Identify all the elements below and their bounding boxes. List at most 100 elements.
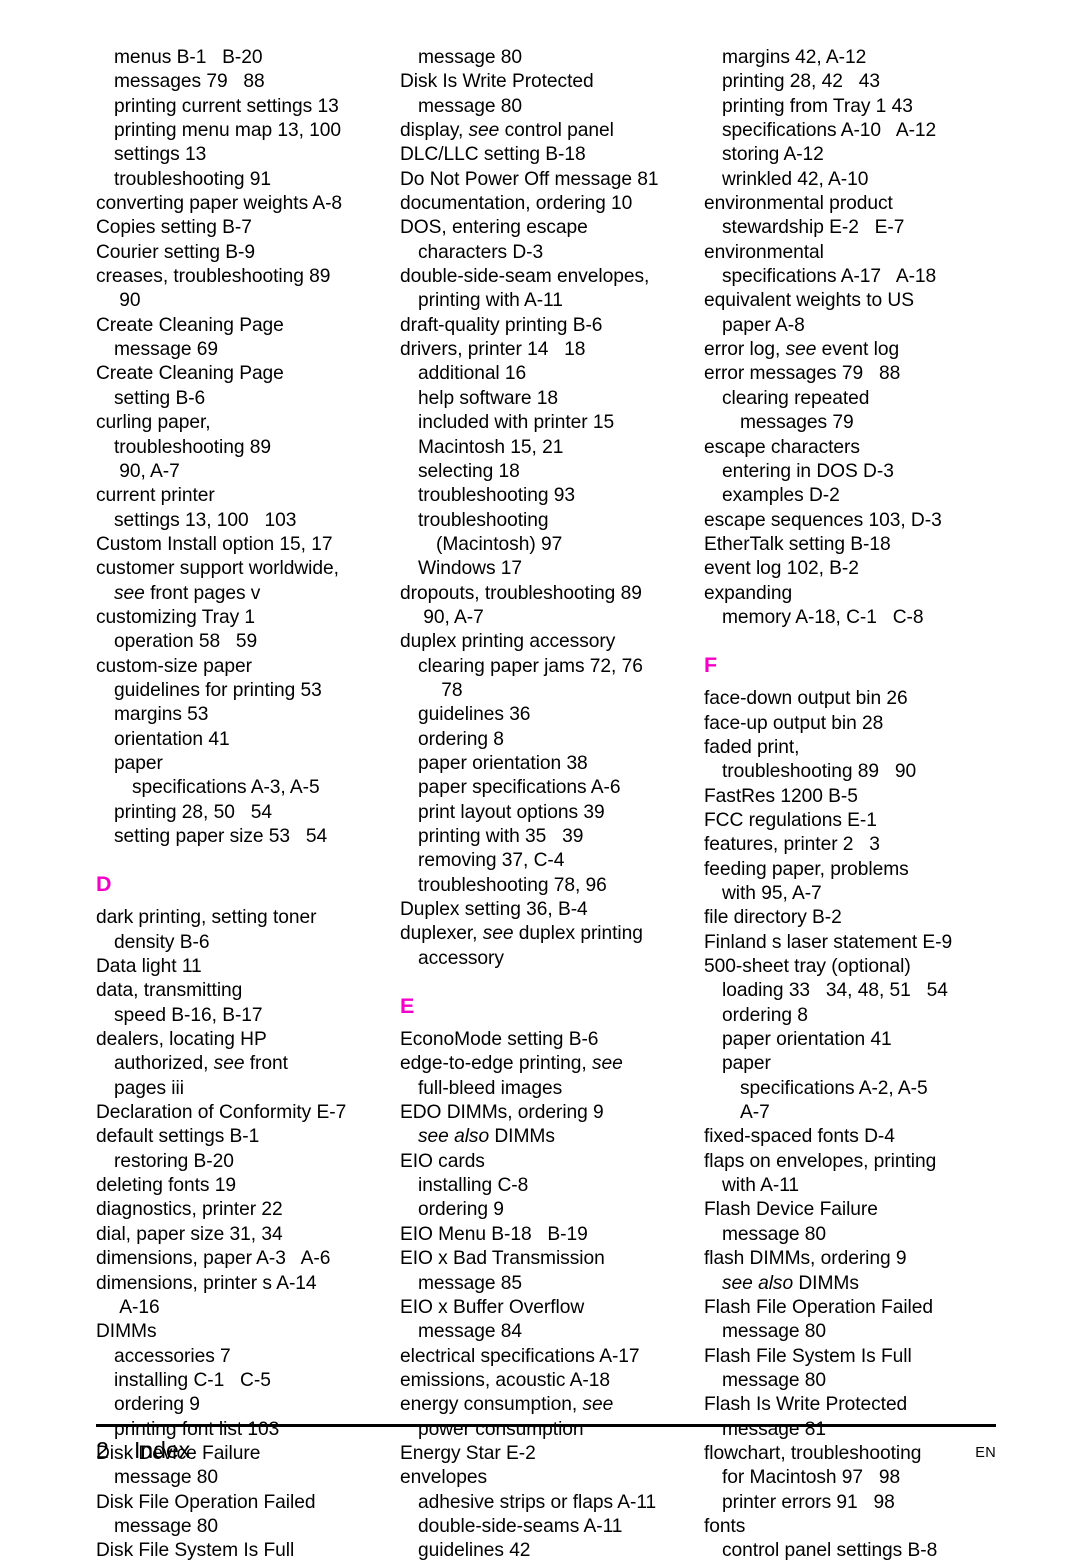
index-entry[interactable]: data, transmitting bbox=[96, 979, 392, 1003]
index-entry[interactable]: paper A-8 bbox=[704, 314, 1000, 338]
index-entry[interactable]: face-up output bin 28 bbox=[704, 712, 1000, 736]
index-entry[interactable]: escape characters bbox=[704, 436, 1000, 460]
index-entry[interactable]: face-down output bin 26 bbox=[704, 687, 1000, 711]
index-entry[interactable]: fonts bbox=[704, 1515, 1000, 1539]
index-entry[interactable]: Courier setting B-9 bbox=[96, 241, 392, 265]
index-entry[interactable]: dropouts, troubleshooting 89 bbox=[400, 582, 696, 606]
index-entry[interactable]: clearing paper jams 72, 76 bbox=[400, 655, 696, 679]
index-entry[interactable]: paper orientation 41 bbox=[704, 1028, 1000, 1052]
index-entry[interactable]: DLC/LLC setting B-18 bbox=[400, 143, 696, 167]
index-entry[interactable]: feeding paper, problems bbox=[704, 858, 1000, 882]
index-entry[interactable]: documentation, ordering 10 bbox=[400, 192, 696, 216]
index-entry[interactable]: double-side-seams A-11 bbox=[400, 1515, 696, 1539]
index-entry[interactable]: error messages 79 88 bbox=[704, 362, 1000, 386]
index-entry[interactable]: density B-6 bbox=[96, 931, 392, 955]
index-entry[interactable]: printing from Tray 1 43 bbox=[704, 95, 1000, 119]
index-entry[interactable]: with 95, A-7 bbox=[704, 882, 1000, 906]
index-entry[interactable]: environmental product bbox=[704, 192, 1000, 216]
index-entry[interactable]: drivers, printer 14 18 bbox=[400, 338, 696, 362]
index-entry[interactable]: troubleshooting 93 bbox=[400, 484, 696, 508]
index-entry[interactable]: message 80 bbox=[704, 1223, 1000, 1247]
index-entry[interactable]: ordering 8 bbox=[704, 1004, 1000, 1028]
index-entry[interactable]: electrical specifications A-17 bbox=[400, 1345, 696, 1369]
index-entry[interactable]: Custom Install option 15, 17 bbox=[96, 533, 392, 557]
index-entry[interactable]: messages 79 88 bbox=[96, 70, 392, 94]
index-entry[interactable]: pages iii bbox=[96, 1077, 392, 1101]
index-entry[interactable]: paper orientation 38 bbox=[400, 752, 696, 776]
index-entry[interactable]: current printer bbox=[96, 484, 392, 508]
index-entry[interactable]: paper specifications A-6 bbox=[400, 776, 696, 800]
index-entry[interactable]: see front pages v bbox=[96, 582, 392, 606]
index-entry[interactable]: dealers, locating HP bbox=[96, 1028, 392, 1052]
index-entry[interactable]: message 69 bbox=[96, 338, 392, 362]
index-entry[interactable]: (Macintosh) 97 bbox=[400, 533, 696, 557]
index-entry[interactable]: display, see control panel bbox=[400, 119, 696, 143]
index-entry[interactable]: printing with A-11 bbox=[400, 289, 696, 313]
index-entry[interactable]: EDO DIMMs, ordering 9 bbox=[400, 1101, 696, 1125]
index-entry[interactable]: troubleshooting 78, 96 bbox=[400, 874, 696, 898]
index-entry[interactable]: deleting fonts 19 bbox=[96, 1174, 392, 1198]
index-entry[interactable]: flash DIMMs, ordering 9 bbox=[704, 1247, 1000, 1271]
index-entry[interactable]: Windows 17 bbox=[400, 557, 696, 581]
index-entry[interactable]: FastRes 1200 B-5 bbox=[704, 785, 1000, 809]
index-entry[interactable]: dial, paper size 31, 34 bbox=[96, 1223, 392, 1247]
index-entry[interactable]: message 80 bbox=[704, 1320, 1000, 1344]
index-entry[interactable]: diagnostics, printer 22 bbox=[96, 1198, 392, 1222]
index-entry[interactable]: troubleshooting 89 bbox=[96, 436, 392, 460]
index-entry[interactable]: EIO Menu B-18 B-19 bbox=[400, 1223, 696, 1247]
index-entry[interactable]: Disk File System Is Full bbox=[96, 1539, 392, 1563]
index-entry[interactable]: menus B-1 B-20 bbox=[96, 46, 392, 70]
index-entry[interactable]: file directory B-2 bbox=[704, 906, 1000, 930]
index-entry[interactable]: guidelines 36 bbox=[400, 703, 696, 727]
index-entry[interactable]: draft-quality printing B-6 bbox=[400, 314, 696, 338]
index-entry[interactable]: fixed-spaced fonts D-4 bbox=[704, 1125, 1000, 1149]
index-entry[interactable]: specifications A-2, A-5 bbox=[704, 1077, 1000, 1101]
index-entry[interactable]: see also DIMMs bbox=[704, 1272, 1000, 1296]
index-entry[interactable]: operation 58 59 bbox=[96, 630, 392, 654]
index-entry[interactable]: message 80 bbox=[400, 95, 696, 119]
index-entry[interactable]: printing current settings 13 bbox=[96, 95, 392, 119]
index-entry[interactable]: printing 28, 50 54 bbox=[96, 801, 392, 825]
index-entry[interactable]: Flash Device Failure bbox=[704, 1198, 1000, 1222]
index-entry[interactable]: DIMMs bbox=[96, 1320, 392, 1344]
index-entry[interactable]: specifications A-17 A-18 bbox=[704, 265, 1000, 289]
index-entry[interactable]: message 80 bbox=[96, 1515, 392, 1539]
index-entry[interactable]: default settings B-1 bbox=[96, 1125, 392, 1149]
index-entry[interactable]: included with printer 15 bbox=[400, 411, 696, 435]
index-entry[interactable]: message 84 bbox=[400, 1320, 696, 1344]
index-entry[interactable]: examples D-2 bbox=[704, 484, 1000, 508]
index-entry[interactable]: dark printing, setting toner bbox=[96, 906, 392, 930]
index-entry[interactable]: margins 42, A-12 bbox=[704, 46, 1000, 70]
index-entry[interactable]: with A-11 bbox=[704, 1174, 1000, 1198]
index-entry[interactable]: curling paper, bbox=[96, 411, 392, 435]
index-entry[interactable]: print layout options 39 bbox=[400, 801, 696, 825]
index-entry[interactable]: 500-sheet tray (optional) bbox=[704, 955, 1000, 979]
index-entry[interactable]: guidelines 42 bbox=[400, 1539, 696, 1563]
index-entry[interactable]: specifications A-10 A-12 bbox=[704, 119, 1000, 143]
index-entry[interactable]: A-16 bbox=[96, 1296, 392, 1320]
index-entry[interactable]: environmental bbox=[704, 241, 1000, 265]
index-entry[interactable]: installing C-1 C-5 bbox=[96, 1369, 392, 1393]
index-entry[interactable]: Disk File Operation Failed bbox=[96, 1491, 392, 1515]
index-entry[interactable]: memory A-18, C-1 C-8 bbox=[704, 606, 1000, 630]
index-entry[interactable]: faded print, bbox=[704, 736, 1000, 760]
index-entry[interactable]: see also DIMMs bbox=[400, 1125, 696, 1149]
index-entry[interactable]: 90 bbox=[96, 289, 392, 313]
index-entry[interactable]: printer errors 91 98 bbox=[704, 1491, 1000, 1515]
index-entry[interactable]: FCC regulations E-1 bbox=[704, 809, 1000, 833]
index-entry[interactable]: full-bleed images bbox=[400, 1077, 696, 1101]
index-entry[interactable]: installing C-8 bbox=[400, 1174, 696, 1198]
index-entry[interactable]: 90, A-7 bbox=[96, 460, 392, 484]
index-entry[interactable]: authorized, see front bbox=[96, 1052, 392, 1076]
index-entry[interactable]: converting paper weights A-8 bbox=[96, 192, 392, 216]
index-entry[interactable]: EIO x Bad Transmission bbox=[400, 1247, 696, 1271]
index-entry[interactable]: double-side-seam envelopes, bbox=[400, 265, 696, 289]
index-entry[interactable]: escape sequences 103, D-3 bbox=[704, 509, 1000, 533]
index-entry[interactable]: customer support worldwide, bbox=[96, 557, 392, 581]
index-entry[interactable]: settings 13 bbox=[96, 143, 392, 167]
index-entry[interactable]: speed B-16, B-17 bbox=[96, 1004, 392, 1028]
index-entry[interactable]: Finland s laser statement E-9 bbox=[704, 931, 1000, 955]
index-entry[interactable]: ordering 8 bbox=[400, 728, 696, 752]
index-entry[interactable]: Create Cleaning Page bbox=[96, 314, 392, 338]
index-entry[interactable]: storing A-12 bbox=[704, 143, 1000, 167]
